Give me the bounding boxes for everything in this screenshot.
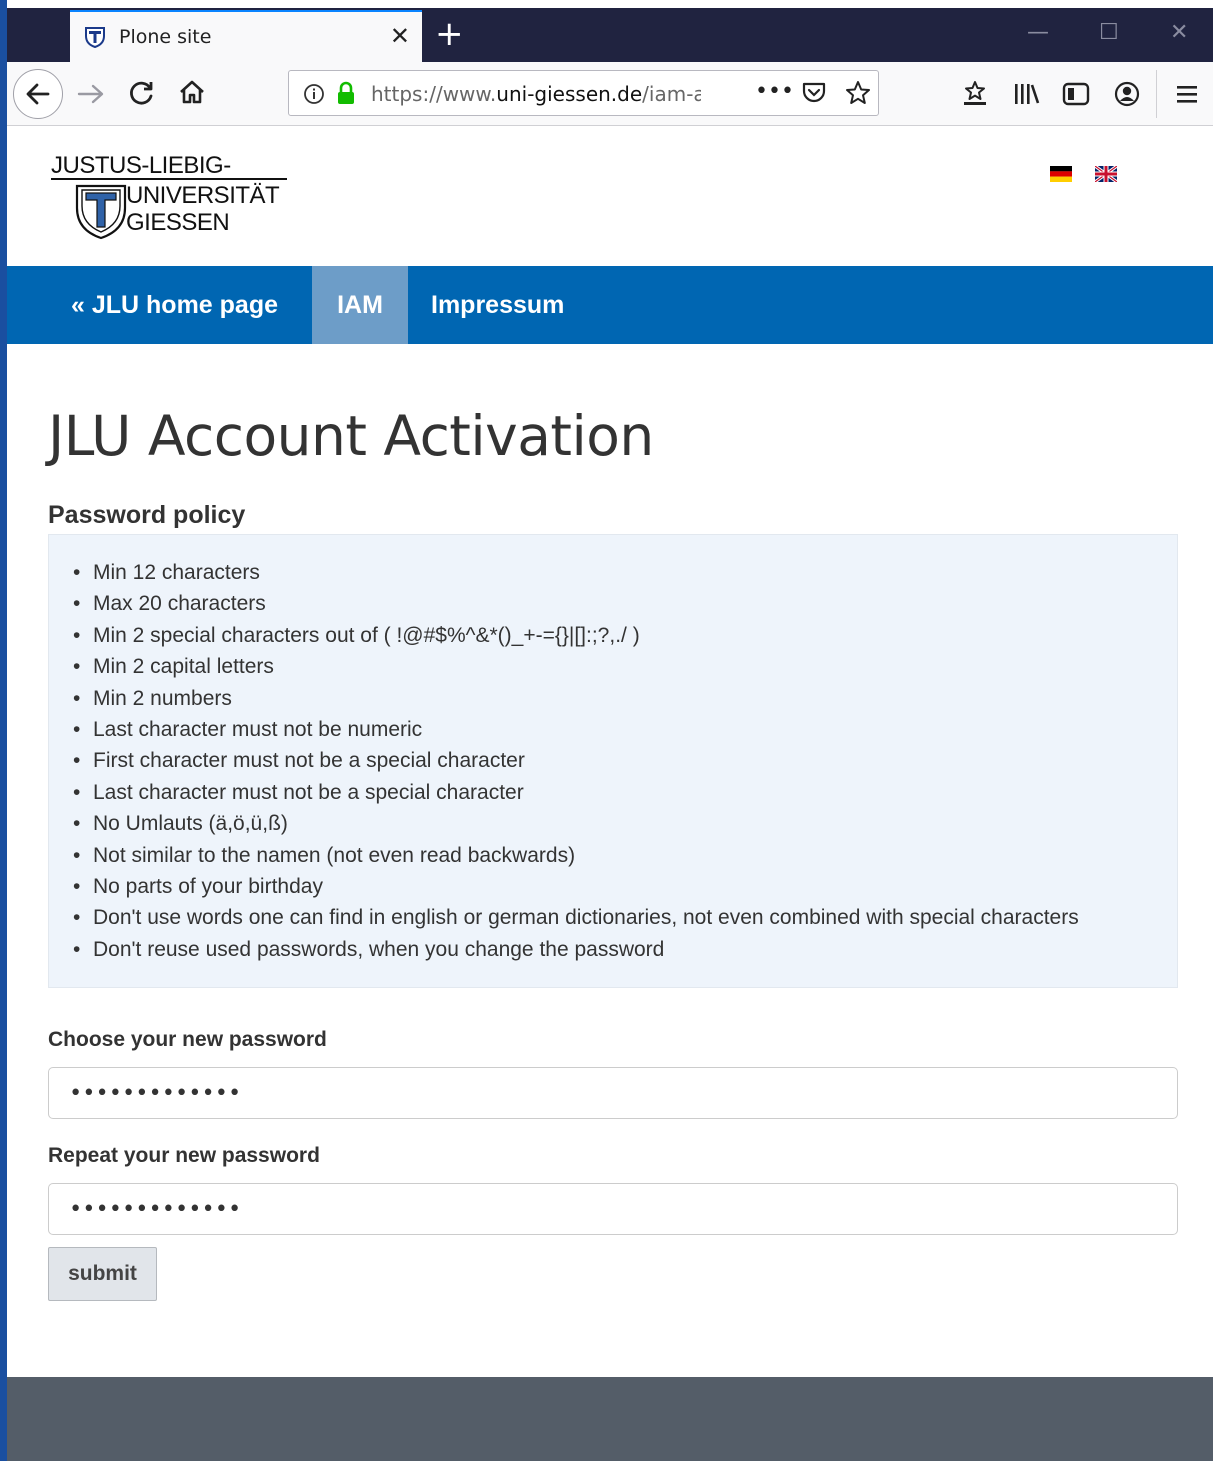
window-left-edge (0, 0, 7, 1461)
new-tab-icon[interactable]: + (435, 14, 464, 54)
policy-item-text: Not similar to the namen (not even read … (93, 843, 576, 867)
policy-item: • Min 2 special characters out of ( !@#$%… (73, 620, 1079, 651)
back-button[interactable] (13, 69, 63, 119)
bullet-icon: • (73, 937, 81, 961)
home-icon[interactable] (178, 78, 206, 106)
policy-item: • Min 12 characters (73, 557, 1079, 588)
bullet-icon: • (73, 592, 81, 616)
new-password-label: Choose your new password (48, 1028, 327, 1051)
nav-iam-label: IAM (337, 291, 383, 319)
bullet-icon: • (73, 843, 81, 867)
page-title: JLU Account Activation (48, 404, 654, 468)
policy-item-text: Min 2 numbers (93, 686, 232, 710)
bullet-icon: • (73, 717, 81, 741)
window-close-icon[interactable]: ✕ (1170, 20, 1188, 45)
site-header: JUSTUS-LIEBIG- UNIVERSITÄT GIESSEN (7, 126, 1213, 266)
bullet-icon: • (73, 561, 81, 584)
info-icon[interactable] (303, 83, 325, 105)
new-password-input[interactable] (48, 1067, 1178, 1119)
policy-item: • Last character must not be numeric (73, 714, 1079, 745)
policy-item-text: First character must not be a special ch… (93, 749, 525, 773)
main-navigation: « JLU home page IAM Impressum (7, 266, 1213, 344)
bullet-icon: • (73, 812, 81, 836)
policy-item: • Not similar to the namen (not even read… (73, 840, 1079, 871)
lock-icon (338, 81, 354, 104)
browser-toolbar: https://www.uni-giessen.de/iam-ac ••• (7, 62, 1213, 126)
policy-item: • No parts of your birthday (73, 871, 1079, 902)
german-flag-icon[interactable] (1050, 166, 1072, 182)
policy-item: • Last character must not be a special ch… (73, 777, 1079, 808)
reload-icon[interactable] (128, 79, 156, 107)
university-favicon-icon (85, 27, 105, 48)
nav-jlu-home-label: « JLU home page (71, 291, 278, 319)
logo-line-3: GIESSEN (126, 209, 230, 236)
repeat-password-label: Repeat your new password (48, 1144, 320, 1167)
policy-item-text: Max 20 characters (93, 592, 266, 616)
account-icon[interactable] (1114, 81, 1140, 107)
minimize-icon[interactable]: — (1027, 20, 1049, 45)
bullet-icon: • (73, 780, 81, 804)
policy-item-text: No parts of your birthday (93, 874, 323, 898)
nav-iam[interactable]: IAM (312, 266, 408, 344)
uk-flag-icon[interactable] (1095, 166, 1117, 182)
bullet-icon: • (73, 906, 81, 930)
logo-line-1: JUSTUS-LIEBIG- (51, 152, 231, 179)
policy-item-text: Min 2 capital letters (93, 655, 274, 679)
university-shield-icon (75, 184, 127, 240)
policy-item-text: Don't use words one can find in english … (93, 906, 1079, 930)
site-footer (7, 1377, 1213, 1461)
policy-item: • Min 2 numbers (73, 683, 1079, 714)
policy-item-text: Min 2 special characters out of ( !@#$%^… (93, 623, 640, 647)
policy-item-text: No Umlauts (ä,ö,ü,ß) (93, 812, 288, 836)
bullet-icon: • (73, 686, 81, 710)
maximize-icon[interactable]: ☐ (1099, 20, 1119, 45)
url-prefix: https://www. (371, 82, 497, 106)
menu-icon[interactable] (1175, 82, 1199, 106)
policy-item: • Min 2 capital letters (73, 651, 1079, 682)
nav-impressum[interactable]: Impressum (431, 266, 581, 344)
bookmark-star-icon[interactable] (845, 80, 871, 106)
url-bar[interactable]: https://www.uni-giessen.de/iam-ac ••• (288, 70, 879, 116)
bullet-icon: • (73, 655, 81, 679)
url-text[interactable]: https://www.uni-giessen.de/iam-ac (371, 82, 701, 106)
policy-item: • Don't use words one can find in english… (73, 902, 1079, 933)
policy-item: • No Umlauts (ä,ö,ü,ß) (73, 808, 1079, 839)
bookmarks-icon[interactable] (962, 80, 988, 108)
bullet-icon: • (73, 874, 81, 898)
url-domain: uni-giessen.de (496, 82, 643, 106)
browser-tab[interactable]: Plone site ✕ (70, 10, 422, 62)
page-actions-icon[interactable]: ••• (755, 79, 794, 104)
library-icon[interactable] (1012, 82, 1040, 106)
tab-title: Plone site (119, 26, 212, 48)
browser-titlebar: Plone site ✕ + — ☐ ✕ (7, 8, 1213, 62)
policy-item: • First character must not be a special c… (73, 745, 1079, 776)
toolbar-separator (1156, 70, 1157, 118)
forward-icon[interactable] (75, 80, 107, 108)
window-top-edge (0, 0, 1213, 8)
policy-item: • Don't reuse used passwords, when you ch… (73, 934, 1079, 965)
bullet-icon: • (73, 749, 81, 773)
policy-item-text: Last character must not be numeric (93, 717, 423, 741)
policy-item-text: Min 12 characters (93, 561, 260, 584)
repeat-password-input[interactable] (48, 1183, 1178, 1235)
tab-close-icon[interactable]: ✕ (390, 22, 410, 50)
nav-impressum-label: Impressum (431, 291, 565, 319)
policy-item-text: Last character must not be a special cha… (93, 780, 524, 804)
password-policy-box: • Min 12 characters • Max 20 characters • Min… (48, 534, 1178, 988)
sidebar-icon[interactable] (1062, 82, 1090, 106)
logo-rule (51, 178, 287, 180)
policy-list: • Min 12 characters • Max 20 characters • Min… (73, 557, 1079, 965)
policy-heading: Password policy (48, 501, 246, 529)
url-path: /iam-ac (642, 82, 701, 106)
policy-item: • Max 20 characters (73, 588, 1079, 619)
policy-item-text: Don't reuse used passwords, when you cha… (93, 937, 665, 961)
back-icon (26, 83, 50, 105)
logo-line-2: UNIVERSITÄT (126, 182, 280, 209)
bullet-icon: • (73, 623, 81, 647)
submit-button[interactable]: submit (48, 1247, 157, 1301)
pocket-icon[interactable] (801, 81, 827, 105)
nav-jlu-home[interactable]: « JLU home page (71, 266, 312, 344)
